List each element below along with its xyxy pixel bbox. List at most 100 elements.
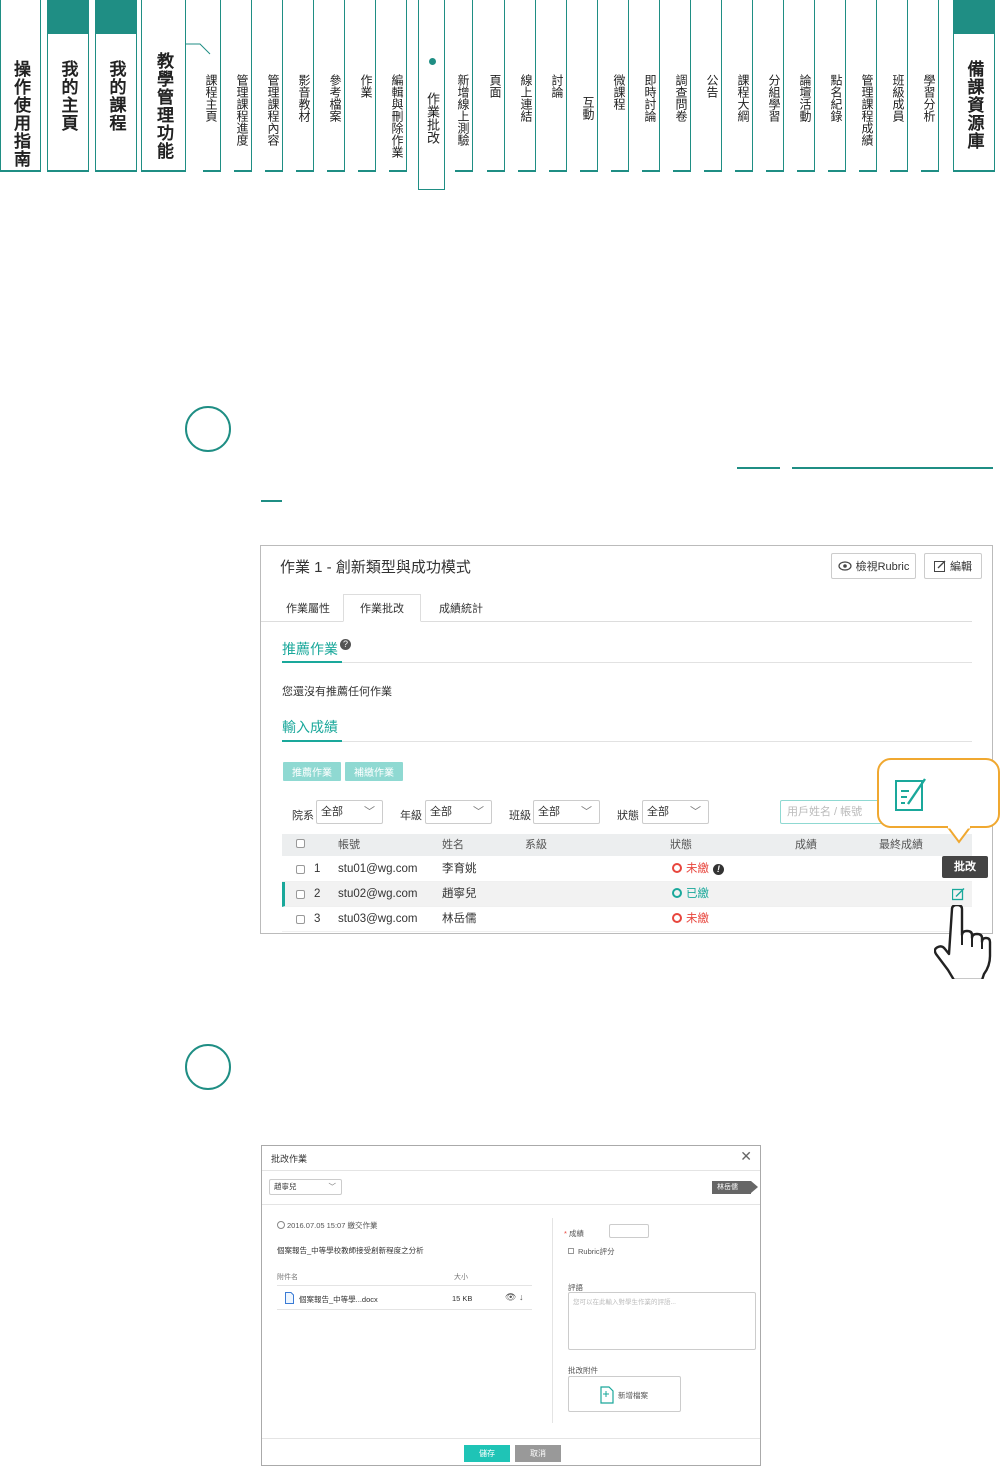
- row-checkbox[interactable]: [296, 890, 305, 899]
- subtab-label: 學習分析: [922, 74, 936, 122]
- tab-assignment-grading[interactable]: 作業批改: [343, 594, 421, 622]
- subtab-interaction[interactable]: 互動: [580, 0, 598, 172]
- select-value: 全部: [430, 806, 452, 818]
- chevron-down-icon: ﹀: [581, 806, 592, 818]
- grade-edit-icon: [895, 778, 926, 811]
- subtab-label: 互動: [581, 96, 595, 120]
- cancel-button[interactable]: 取消: [515, 1445, 561, 1462]
- grading-dialog-screenshot: 批改作業 ✕ 趙寧兒 ﹀ 林岳儒 2016.07.05 15:07 繳交作業 個案…: [261, 1145, 761, 1466]
- subtab-discussion[interactable]: 討論: [549, 0, 567, 172]
- table-header: 帳號 姓名 系級 狀態 成績 最終成績: [282, 834, 972, 856]
- filter-class-select[interactable]: 全部 ﹀: [533, 800, 600, 824]
- row-number: 2: [314, 888, 321, 900]
- student-select[interactable]: 趙寧兒 ﹀: [269, 1179, 342, 1195]
- subtab-label: 新增線上測驗: [456, 74, 470, 146]
- comment-textarea[interactable]: 您可以在此輸入對學生作業的評語...: [568, 1292, 756, 1350]
- row-checkbox[interactable]: [296, 865, 305, 874]
- view-rubric-button[interactable]: 檢視Rubric: [831, 553, 916, 579]
- edit-button[interactable]: 編輯: [924, 553, 982, 579]
- tab-my-home[interactable]: 我的主頁: [47, 0, 89, 172]
- next-student-button[interactable]: 林岳儒: [712, 1181, 758, 1194]
- row-checkbox[interactable]: [296, 915, 305, 924]
- row-number: 1: [314, 863, 321, 875]
- rubric-option[interactable]: Rubric評分: [568, 1246, 615, 1257]
- grade-label-text: 成績: [569, 1229, 585, 1238]
- subtab-label: 作業批改: [424, 92, 439, 144]
- subtab-label: 課程大綱: [736, 74, 750, 122]
- subtab-course-home[interactable]: 課程主頁: [203, 0, 221, 172]
- recommended-title-text: 推薦作業: [282, 641, 338, 657]
- subtab-label: 討論: [550, 74, 564, 98]
- subtab-survey[interactable]: 調查問卷: [673, 0, 691, 172]
- rubric-checkbox[interactable]: [568, 1248, 574, 1254]
- subtab-grade-assignments[interactable]: 作業批改: [418, 0, 445, 190]
- subtab-learning-analytics[interactable]: 學習分析: [921, 0, 939, 172]
- subtab-edit-delete-assignments[interactable]: 編輯與刪除作業: [389, 0, 407, 172]
- subtab-pages[interactable]: 頁面: [487, 0, 505, 172]
- add-file-button[interactable]: 新增檔案: [568, 1376, 681, 1412]
- subtab-forum-activity[interactable]: 論壇活動: [797, 0, 815, 172]
- subtab-reference-files[interactable]: 參考檔案: [327, 0, 345, 172]
- recommend-assignment-button[interactable]: 推薦作業: [283, 762, 341, 781]
- tab-lesson-resources[interactable]: 備課資源庫: [953, 0, 995, 172]
- step-1-circle: [185, 406, 231, 452]
- subtab-online-links[interactable]: 線上連結: [518, 0, 536, 172]
- table-row[interactable]: 2 stu02@wg.com 趙寧兒 已繳: [282, 882, 972, 907]
- subtab-label: 作業: [359, 74, 373, 98]
- tab-assignment-properties[interactable]: 作業屬性: [273, 594, 343, 622]
- subtab-live-discussion[interactable]: 即時討論: [642, 0, 660, 172]
- hand-pointer-icon: [934, 905, 992, 979]
- close-icon[interactable]: ✕: [740, 1148, 752, 1165]
- row-account: stu03@wg.com: [338, 913, 418, 925]
- status-badge: 未繳!: [672, 857, 724, 882]
- tab-label: 我的課程: [105, 60, 126, 132]
- filter-department-select[interactable]: 全部 ﹀: [316, 800, 383, 824]
- tab-grade-statistics[interactable]: 成績統計: [426, 594, 496, 622]
- subtab-video-materials[interactable]: 影音教材: [296, 0, 314, 172]
- tab-teaching-management[interactable]: 教學管理功能: [141, 0, 186, 172]
- select-all-checkbox[interactable]: [296, 839, 305, 848]
- subtab-new-online-quiz[interactable]: 新增線上測驗: [455, 0, 473, 172]
- save-button[interactable]: 儲存: [464, 1445, 510, 1462]
- tab-my-courses[interactable]: 我的課程: [95, 0, 137, 172]
- tab-user-guide[interactable]: 操作使用指南: [0, 0, 41, 172]
- table-row[interactable]: 1 stu01@wg.com 李育姚 未繳!: [282, 857, 972, 882]
- recommended-empty-text: 您還沒有推薦任何作業: [282, 686, 392, 698]
- eye-icon[interactable]: 👁: [505, 1292, 516, 1303]
- subtab-manage-content[interactable]: 管理課程內容: [265, 0, 283, 172]
- subtab-manage-progress[interactable]: 管理課程進度: [234, 0, 252, 172]
- submission-time: 2016.07.05 15:07 繳交作業: [277, 1220, 377, 1231]
- attachment-filename[interactable]: 個案報告_中等學...docx: [299, 1294, 378, 1305]
- status-text: 未繳: [686, 913, 709, 925]
- grade-input[interactable]: [609, 1224, 649, 1238]
- subtab-syllabus[interactable]: 課程大綱: [735, 0, 753, 172]
- subtab-attendance[interactable]: 點名紀錄: [828, 0, 846, 172]
- download-icon[interactable]: ↓: [519, 1292, 524, 1302]
- subtab-assignments[interactable]: 作業: [358, 0, 376, 172]
- document-icon: [285, 1292, 294, 1304]
- subtab-group-learning[interactable]: 分組學習: [766, 0, 784, 172]
- subtab-micro-course[interactable]: 微課程: [611, 0, 629, 172]
- help-icon[interactable]: ?: [340, 639, 351, 650]
- submission-time-text: 2016.07.05 15:07 繳交作業: [287, 1221, 378, 1230]
- tab-label: 教學管理功能: [153, 52, 173, 160]
- clock-icon: [277, 1221, 285, 1229]
- grade-edit-icon[interactable]: [952, 888, 965, 901]
- table-row[interactable]: 3 stu03@wg.com 林岳儒 未繳: [282, 907, 972, 932]
- subtab-announcements[interactable]: 公告: [704, 0, 722, 172]
- filter-label-class: 班級: [509, 810, 531, 822]
- subtab-class-members[interactable]: 班級成員: [890, 0, 908, 172]
- tab-label: 我的主頁: [57, 60, 78, 132]
- resubmit-assignment-button[interactable]: 補繳作業: [345, 762, 403, 781]
- subtab-manage-grades[interactable]: 管理課程成績: [859, 0, 877, 172]
- filter-grade-select[interactable]: 全部 ﹀: [425, 800, 492, 824]
- section-divider: [282, 740, 972, 742]
- select-value: 全部: [538, 806, 560, 818]
- subtab-label: 頁面: [488, 74, 502, 98]
- select-value: 全部: [647, 806, 669, 818]
- section-divider: [282, 661, 972, 663]
- filter-status-select[interactable]: 全部 ﹀: [642, 800, 709, 824]
- assignment-grading-screenshot: 作業 1 - 創新類型與成功模式 檢視Rubric 編輯 作業屬性 作業批改 成…: [260, 545, 993, 934]
- chevron-down-icon: ﹀: [473, 806, 484, 818]
- subtab-label: 編輯與刪除作業: [390, 74, 404, 158]
